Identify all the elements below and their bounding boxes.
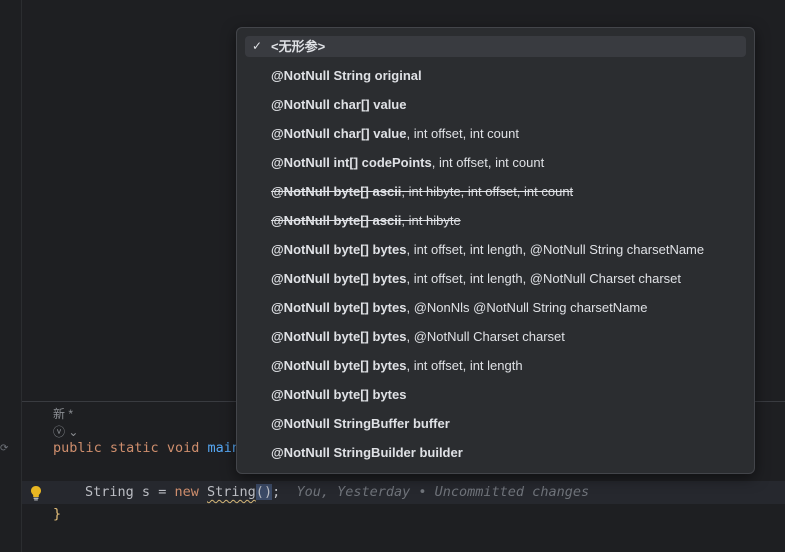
constructor-call-line[interactable]: String s = new String(); You, Yesterday …	[85, 484, 589, 500]
type-string: String	[85, 484, 134, 500]
signature-text: @NotNull byte[] bytes, @NotNull Charset …	[271, 326, 565, 347]
signature-item[interactable]: @NotNull byte[] ascii, int hibyte, int o…	[245, 181, 746, 202]
signature-text: @NotNull byte[] bytes, int offset, int l…	[271, 268, 681, 289]
signature-text: @NotNull int[] codePoints, int offset, i…	[271, 152, 544, 173]
signature-primary-param: @NotNull StringBuilder builder	[271, 445, 463, 460]
signature-text: @NotNull StringBuffer buffer	[271, 413, 450, 434]
constructor-name[interactable]: String	[207, 484, 256, 500]
keyword-public: public	[53, 440, 102, 456]
signature-text: @NotNull char[] value	[271, 94, 406, 115]
signature-primary-param: <无形参>	[271, 39, 326, 54]
signature-rest-params: , @NotNull Charset charset	[406, 329, 565, 344]
signature-rest-params: , int offset, int length, @NotNull Chars…	[406, 271, 681, 286]
signature-text: @NotNull byte[] bytes, @NonNls @NotNull …	[271, 297, 647, 318]
signature-primary-param: @NotNull char[] value	[271, 97, 407, 112]
signature-text: @NotNull byte[] bytes	[271, 384, 406, 405]
signature-item[interactable]: @NotNull byte[] bytes, int offset, int l…	[245, 355, 746, 376]
method-declaration-line: public static void main	[53, 440, 240, 456]
closing-brace: }	[53, 506, 62, 522]
signature-item[interactable]: @NotNull char[] value	[245, 94, 746, 115]
inlay-hint-author: 新 *	[53, 407, 74, 421]
open-paren: (	[255, 484, 264, 500]
signature-rest-params: , int offset, int count	[431, 155, 545, 170]
signature-text: @NotNull StringBuilder builder	[271, 442, 463, 463]
variable-s: s	[141, 484, 151, 500]
signature-primary-param: @NotNull byte[] bytes	[271, 387, 407, 402]
signature-primary-param: @NotNull byte[] ascii	[271, 184, 402, 199]
keyword-new: new	[174, 484, 199, 500]
signature-item[interactable]: @NotNull String original	[245, 65, 746, 86]
gutter-run-icon[interactable]: ⟳	[0, 443, 8, 454]
signature-primary-param: @NotNull byte[] ascii	[271, 213, 402, 228]
signature-primary-param: @NotNull StringBuffer buffer	[271, 416, 450, 431]
signature-text: <无形参>	[271, 36, 325, 57]
signature-text: @NotNull String original	[271, 65, 422, 86]
signature-rest-params: , int offset, int length	[406, 358, 523, 373]
assign-operator: =	[158, 484, 167, 500]
signature-item[interactable]: @NotNull byte[] bytes, @NonNls @NotNull …	[245, 297, 746, 318]
lightbulb-icon[interactable]	[30, 485, 42, 501]
signature-item[interactable]: @NotNull byte[] ascii, int hibyte	[245, 210, 746, 231]
close-paren: )	[263, 484, 273, 500]
signature-primary-param: @NotNull char[] value	[271, 126, 407, 141]
signature-primary-param: @NotNull byte[] bytes	[271, 358, 407, 373]
editor-gutter	[0, 0, 22, 552]
signature-text: @NotNull byte[] ascii, int hibyte, int o…	[271, 181, 573, 202]
checkmark-icon: ✓	[252, 39, 263, 53]
semicolon: ;	[272, 484, 281, 500]
git-blame-hint[interactable]: You, Yesterday • Uncommitted changes	[296, 484, 589, 500]
signature-text: @NotNull char[] value, int offset, int c…	[271, 123, 519, 144]
signature-item[interactable]: @NotNull byte[] bytes, int offset, int l…	[245, 239, 746, 260]
signature-rest-params: , int offset, int count	[406, 126, 519, 141]
signature-primary-param: @NotNull int[] codePoints	[271, 155, 432, 170]
signature-item[interactable]: @NotNull byte[] bytes, @NotNull Charset …	[245, 326, 746, 347]
signature-rest-params: , int hibyte	[401, 213, 461, 228]
signature-item[interactable]: @NotNull int[] codePoints, int offset, i…	[245, 152, 746, 173]
keyword-void: void	[166, 440, 200, 456]
signature-text: @NotNull byte[] bytes, int offset, int l…	[271, 239, 704, 260]
signature-primary-param: @NotNull byte[] bytes	[271, 271, 407, 286]
signature-item[interactable]: ✓ <无形参>	[245, 36, 746, 57]
signature-primary-param: @NotNull byte[] bytes	[271, 300, 407, 315]
signature-primary-param: @NotNull String original	[271, 68, 422, 83]
signature-text: @NotNull byte[] ascii, int hibyte	[271, 210, 461, 231]
signature-rest-params: , @NonNls @NotNull String charsetName	[406, 300, 648, 315]
signature-primary-param: @NotNull byte[] bytes	[271, 242, 407, 257]
signature-item[interactable]: @NotNull char[] value, int offset, int c…	[245, 123, 746, 144]
parameter-info-popup[interactable]: ✓ <无形参> @NotNull String original @NotNull c…	[236, 27, 755, 474]
signature-item[interactable]: @NotNull byte[] bytes, int offset, int l…	[245, 268, 746, 289]
signature-item[interactable]: @NotNull byte[] bytes	[245, 384, 746, 405]
signature-text: @NotNull byte[] bytes, int offset, int l…	[271, 355, 523, 376]
signature-rest-params: , int hibyte, int offset, int count	[401, 184, 574, 199]
signature-item[interactable]: @NotNull StringBuilder builder	[245, 442, 746, 463]
signature-primary-param: @NotNull byte[] bytes	[271, 329, 407, 344]
signature-rest-params: , int offset, int length, @NotNull Strin…	[406, 242, 705, 257]
inlay-hint-usages[interactable]: ⓥ ⌄	[53, 423, 78, 440]
signature-item[interactable]: @NotNull StringBuffer buffer	[245, 413, 746, 434]
keyword-static: static	[109, 440, 159, 456]
